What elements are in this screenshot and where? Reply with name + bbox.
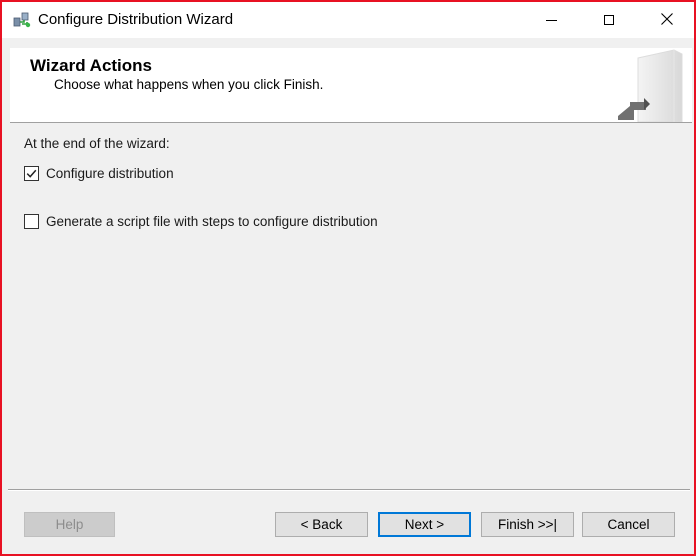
footer-divider — [8, 489, 690, 491]
wizard-app-icon — [12, 10, 32, 30]
generate-script-option[interactable]: Generate a script file with steps to con… — [24, 214, 378, 229]
actions-label: At the end of the wizard: — [24, 136, 170, 151]
generate-script-label[interactable]: Generate a script file with steps to con… — [46, 214, 378, 229]
page-subtitle: Choose what happens when you click Finis… — [54, 77, 324, 92]
next-button[interactable]: Next > — [378, 512, 471, 537]
configure-distribution-option[interactable]: Configure distribution — [24, 166, 174, 181]
maximize-button[interactable] — [580, 2, 638, 38]
configure-distribution-label[interactable]: Configure distribution — [46, 166, 174, 181]
server-wizard-graphic — [614, 48, 684, 123]
checkmark-icon — [26, 169, 37, 178]
minimize-icon — [545, 19, 557, 21]
minimize-button[interactable] — [522, 2, 580, 38]
configure-distribution-checkbox[interactable] — [24, 166, 39, 181]
close-icon — [661, 12, 673, 28]
cancel-button[interactable]: Cancel — [582, 512, 675, 537]
wizard-header: Wizard Actions Choose what happens when … — [10, 48, 692, 123]
back-button[interactable]: < Back — [275, 512, 368, 537]
close-button[interactable] — [638, 2, 694, 38]
generate-script-checkbox[interactable] — [24, 214, 39, 229]
window-title: Configure Distribution Wizard — [38, 11, 234, 28]
finish-button[interactable]: Finish >>| — [481, 512, 574, 537]
help-button[interactable]: Help — [24, 512, 115, 537]
wizard-window: Configure Distribution Wizard Wizard Act… — [0, 0, 696, 556]
title-bar[interactable]: Configure Distribution Wizard — [2, 2, 694, 38]
page-title: Wizard Actions — [30, 56, 153, 75]
maximize-icon — [604, 15, 614, 25]
